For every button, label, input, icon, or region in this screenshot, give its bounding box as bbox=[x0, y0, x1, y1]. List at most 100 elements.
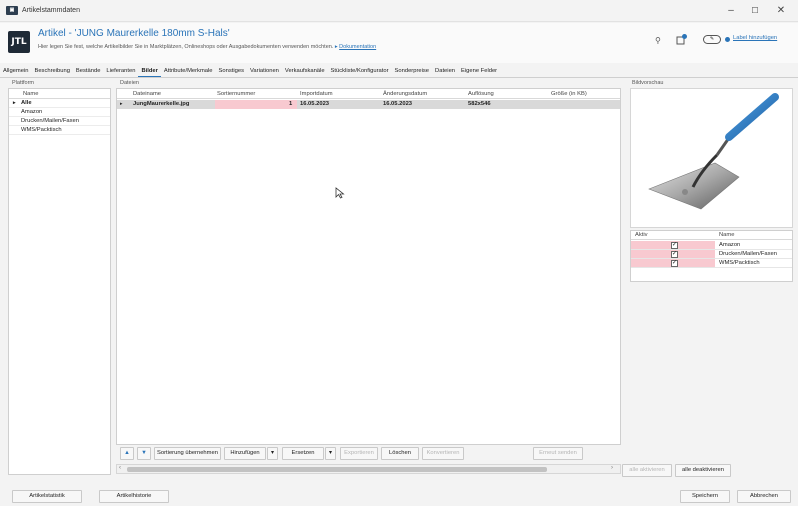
tab-dateien[interactable]: Dateien bbox=[432, 66, 458, 77]
list-item-label: Amazon bbox=[21, 109, 43, 115]
tab-sonderpreise[interactable]: Sonderpreise bbox=[392, 66, 432, 77]
tab-bilder[interactable]: Bilder bbox=[138, 66, 161, 77]
tab-beschreibung[interactable]: Beschreibung bbox=[31, 66, 72, 77]
aktiv-checkbox[interactable]: ✓ bbox=[671, 259, 678, 267]
row-pointer-icon: ▸ bbox=[120, 101, 123, 107]
export-button[interactable]: Exportieren bbox=[340, 447, 378, 460]
list-item[interactable]: Amazon bbox=[9, 108, 110, 117]
list-item-label: Drucken/Mailen/Faxen bbox=[21, 118, 79, 124]
col-name[interactable]: Name bbox=[719, 232, 734, 238]
mouse-cursor-icon bbox=[335, 187, 345, 199]
aktiv-checkbox[interactable]: ✓ bbox=[671, 241, 678, 249]
move-up-button[interactable]: ▲ bbox=[120, 447, 134, 460]
col-aufloesung[interactable]: Auflösung bbox=[468, 91, 494, 97]
cell-dateiname: JungMaurerkelle.jpg bbox=[133, 101, 190, 107]
tab-bestände[interactable]: Bestände bbox=[73, 66, 104, 77]
image-preview bbox=[630, 88, 793, 228]
aktiv-name: Amazon bbox=[719, 242, 741, 248]
list-item[interactable]: Drucken/Mailen/Faxen bbox=[9, 117, 110, 126]
list-item[interactable]: WMS/Packtisch bbox=[9, 126, 110, 135]
cell-importdatum: 16.05.2023 bbox=[300, 101, 330, 107]
list-item-label: Alle bbox=[21, 100, 32, 106]
tab-bar: Allgemein Beschreibung Bestände Lieferanten… bbox=[0, 66, 798, 78]
article-statistics-button[interactable]: Artikelstatistik bbox=[12, 490, 82, 503]
title-bar bbox=[0, 0, 798, 22]
col-groesse[interactable]: Größe (in KB) bbox=[551, 91, 587, 97]
documentation-link[interactable]: Dokumentation bbox=[339, 44, 376, 50]
sort-apply-button[interactable]: Sortierung übernehmen bbox=[154, 447, 221, 460]
arrow-up-icon: ▲ bbox=[124, 450, 130, 456]
cell-aufloesung: 582x546 bbox=[468, 101, 491, 107]
plattform-panel: Name ▸ Alle Amazon Drucken/Mailen/Faxen WMS/… bbox=[8, 88, 111, 475]
aktiv-checkbox[interactable]: ✓ bbox=[671, 250, 678, 258]
col-sortiernummer[interactable]: Sortiernummer bbox=[217, 91, 255, 97]
article-subtitle: Hier legen Sie fest, welche Artikelbilde… bbox=[38, 44, 376, 50]
convert-button[interactable]: Konvertieren bbox=[422, 447, 464, 460]
cell-aenderungsdatum: 16.05.2023 bbox=[383, 101, 413, 107]
tab-variationen[interactable]: Variationen bbox=[247, 66, 282, 77]
plattform-group-label: Plattform bbox=[12, 80, 35, 86]
row-pointer-icon: ▸ bbox=[13, 100, 16, 106]
aktiv-name: Drucken/Mailen/Faxen bbox=[719, 251, 777, 257]
scroll-right-icon[interactable]: › bbox=[611, 465, 613, 471]
save-button[interactable]: Speichern bbox=[680, 490, 730, 503]
subtitle-text: Hier legen Sie fest, welche Artikelbilde… bbox=[38, 44, 334, 50]
tab-eigene-felder[interactable]: Eigene Felder bbox=[458, 66, 500, 77]
aktiv-name: WMS/Packtisch bbox=[719, 260, 760, 266]
jtl-logo: JTL bbox=[8, 31, 30, 53]
replace-dropdown-button[interactable]: ▾ bbox=[325, 447, 336, 460]
table-row[interactable]: ✓ WMS/Packtisch bbox=[631, 259, 792, 268]
preview-group-label: Bildvorschau bbox=[632, 80, 664, 86]
tab-attribute-merkmale[interactable]: Attribute/Merkmale bbox=[161, 66, 216, 77]
edit-toggle-icon[interactable]: ✎ bbox=[703, 35, 721, 44]
table-row[interactable]: ▸ JungMaurerkelle.jpg 1 16.05.2023 16.05… bbox=[117, 100, 620, 109]
maximize-button[interactable]: ☐ bbox=[744, 4, 766, 18]
app-icon: ▣ bbox=[6, 6, 18, 15]
replace-button[interactable]: Ersetzen bbox=[282, 447, 324, 460]
sortiernummer-field[interactable] bbox=[215, 100, 297, 109]
col-importdatum[interactable]: Importdatum bbox=[300, 91, 333, 97]
plattform-list: ▸ Alle Amazon Drucken/Mailen/Faxen WMS/Packt… bbox=[9, 99, 110, 135]
scrollbar-thumb[interactable] bbox=[127, 467, 547, 472]
dateien-header-row: Dateiname Sortiernummer Importdatum Ände… bbox=[117, 89, 620, 99]
trowel-image bbox=[648, 93, 779, 210]
user-badge-icon[interactable] bbox=[676, 33, 688, 45]
list-item[interactable]: ▸ Alle bbox=[9, 99, 110, 108]
table-row[interactable]: ✓ Amazon bbox=[631, 241, 792, 250]
tab-stückliste-konfigurator[interactable]: Stückliste/Konfigurator bbox=[328, 66, 392, 77]
arrow-down-icon: ▼ bbox=[141, 450, 147, 456]
pin-icon[interactable]: ⚲ bbox=[655, 36, 661, 45]
tab-allgemein[interactable]: Allgemein bbox=[0, 66, 31, 77]
horizontal-scrollbar[interactable]: ‹ › bbox=[116, 464, 621, 474]
table-row[interactable]: ✓ Drucken/Mailen/Faxen bbox=[631, 250, 792, 259]
add-label-link[interactable]: Label hinzufügen bbox=[733, 35, 777, 41]
add-dropdown-button[interactable]: ▾ bbox=[267, 447, 278, 460]
label-dot-icon bbox=[725, 37, 730, 42]
article-history-button[interactable]: Artikelhistorie bbox=[99, 490, 169, 503]
aktiv-header-row: Aktiv Name bbox=[631, 231, 792, 240]
list-item-label: WMS/Packtisch bbox=[21, 127, 62, 133]
col-dateiname[interactable]: Dateiname bbox=[133, 91, 161, 97]
close-button[interactable]: ✕ bbox=[770, 4, 792, 18]
article-title: Artikel - 'JUNG Maurerkelle 180mm S-Hals… bbox=[38, 28, 230, 39]
scroll-left-icon[interactable]: ‹ bbox=[119, 465, 121, 471]
minimize-button[interactable]: – bbox=[720, 4, 742, 18]
cell-sortiernummer: 1 bbox=[289, 101, 293, 107]
aktiv-table: Aktiv Name ✓ Amazon ✓ Drucken/Mailen/Faxen ✓… bbox=[630, 230, 793, 282]
col-aenderungsdatum[interactable]: Änderungsdatum bbox=[383, 91, 427, 97]
delete-button[interactable]: Löschen bbox=[381, 447, 419, 460]
activate-all-button[interactable]: alle aktivieren bbox=[622, 464, 672, 477]
move-down-button[interactable]: ▼ bbox=[137, 447, 151, 460]
tab-lieferanten[interactable]: Lieferanten bbox=[103, 66, 138, 77]
plattform-header: Name bbox=[9, 89, 110, 99]
resend-button[interactable]: Erneut senden bbox=[533, 447, 583, 460]
col-aktiv[interactable]: Aktiv bbox=[635, 232, 648, 238]
add-button[interactable]: Hinzufügen bbox=[224, 447, 266, 460]
dateien-group-label: Dateien bbox=[120, 80, 139, 86]
dateien-table: Dateiname Sortiernummer Importdatum Ände… bbox=[116, 88, 621, 445]
deactivate-all-button[interactable]: alle deaktivieren bbox=[675, 464, 731, 477]
tab-sonstiges[interactable]: Sonstiges bbox=[216, 66, 247, 77]
window-title: Artikelstammdaten bbox=[22, 7, 80, 14]
tab-verkaufskanäle[interactable]: Verkaufskanäle bbox=[282, 66, 328, 77]
cancel-button[interactable]: Abbrechen bbox=[737, 490, 791, 503]
